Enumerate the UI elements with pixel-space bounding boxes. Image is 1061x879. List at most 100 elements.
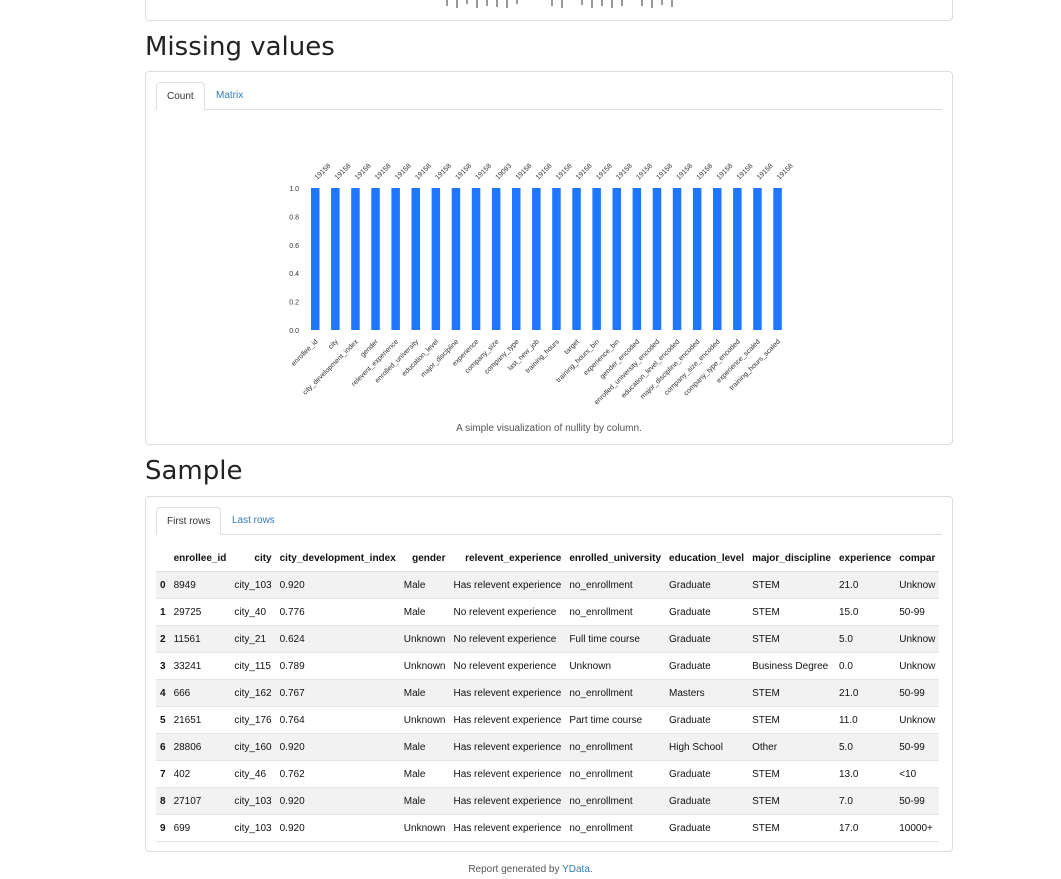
table-cell: Unknow xyxy=(899,660,936,672)
bar-count-label: 19158 xyxy=(595,163,614,182)
bar-count-label: 19158 xyxy=(354,163,373,182)
table-cell: STEM xyxy=(752,822,780,834)
y-tick-label: 0.6 xyxy=(289,243,299,250)
column-header: city xyxy=(230,545,276,572)
table-cell: Male xyxy=(403,795,426,807)
nullity-bar xyxy=(552,188,561,330)
table-cell: city_21 xyxy=(234,633,267,645)
table-cell: STEM xyxy=(752,606,780,618)
table-cell: 0.789 xyxy=(279,660,305,672)
bar-count-label: 19158 xyxy=(615,163,634,182)
table-cell: 402 xyxy=(173,768,191,780)
table-cell: Other xyxy=(752,741,778,753)
table-cell: Graduate xyxy=(669,768,711,780)
table-cell: STEM xyxy=(752,768,780,780)
bar-count-label: 19158 xyxy=(475,163,494,182)
nullity-bar xyxy=(773,188,782,330)
ydata-link[interactable]: YData xyxy=(562,864,590,875)
missing-values-heading: Missing values xyxy=(145,32,335,62)
table-cell: city_160 xyxy=(234,741,272,753)
table-cell: no_enrollment xyxy=(569,579,633,591)
tab-matrix[interactable]: Matrix xyxy=(206,82,253,109)
bar-count-label: 19158 xyxy=(696,163,715,182)
table-cell: No relevent experience xyxy=(453,633,557,645)
nullity-bar xyxy=(471,188,481,330)
tab-last-rows[interactable]: Last rows xyxy=(222,507,285,534)
nullity-bar xyxy=(351,188,360,330)
table-cell: no_enrollment xyxy=(569,795,633,807)
table-cell: Male xyxy=(403,606,426,618)
table-cell: 5.0 xyxy=(838,633,853,645)
bar-count-label: 19158 xyxy=(635,163,654,182)
table-cell: <10 xyxy=(899,768,917,780)
table-cell: city_115 xyxy=(234,660,271,672)
table-cell: Business Degree xyxy=(752,660,829,672)
table-cell: 33241 xyxy=(173,660,202,672)
table-cell: 0.764 xyxy=(279,714,305,726)
table-cell: Graduate xyxy=(669,606,711,618)
table-cell: city_162 xyxy=(234,687,272,699)
table-cell: 17.0 xyxy=(838,822,859,834)
nullity-bar xyxy=(672,188,682,330)
y-tick-label: 0.8 xyxy=(289,214,299,221)
table-cell: no_enrollment xyxy=(569,822,633,834)
bar-count-label: 19158 xyxy=(555,163,574,182)
nullity-bar xyxy=(632,188,642,330)
table-cell: Graduate xyxy=(669,795,711,807)
column-header xyxy=(156,545,170,572)
column-header: education_level xyxy=(665,545,749,572)
bar-count-label: 19158 xyxy=(515,163,534,182)
table-cell: city_103 xyxy=(234,822,272,834)
sample-table-wrapper[interactable]: enrollee_id city city_development_index gen… xyxy=(156,545,943,842)
tab-count[interactable]: Count xyxy=(156,82,205,110)
bar-count-label: 19158 xyxy=(655,163,674,182)
table-cell: Has relevent experience xyxy=(453,579,562,591)
table-cell: Graduate xyxy=(669,579,711,591)
previous-section-panel xyxy=(145,0,953,21)
table-row: 9 699 city_103 0.920 Unknown Has relevent exp… xyxy=(156,815,940,842)
nullity-bar xyxy=(331,188,340,330)
table-row: 2 11561 city_21 0.624 Unknown No relevent exp… xyxy=(156,625,940,653)
table-row: 5 21651 city_176 0.764 Unknown Has relevent e… xyxy=(156,707,940,734)
table-row: 4 666 city_162 0.767 Male Has relevent experi… xyxy=(156,679,940,707)
nullity-bar-chart: 0.0 0.2 0.4 0.6 0.8 1.0 19158 enrollee_id 19158 c… xyxy=(289,163,795,407)
bar-count-label: 19158 xyxy=(676,163,695,182)
table-cell: STEM xyxy=(752,687,780,699)
table-cell: 50-99 xyxy=(899,795,925,807)
nullity-bar xyxy=(592,188,601,330)
table-cell: 7.0 xyxy=(838,795,853,807)
nullity-bar xyxy=(512,188,521,330)
row-index: 8 xyxy=(160,795,166,807)
y-tick-label: 0.4 xyxy=(289,271,299,278)
table-cell: Unknown xyxy=(569,660,612,672)
table-cell: Male xyxy=(403,741,426,753)
table-cell: 0.920 xyxy=(279,741,305,753)
footer-text: Report generated by xyxy=(468,864,563,875)
table-cell: STEM xyxy=(752,714,780,726)
table-cell: High School xyxy=(669,741,723,753)
table-cell: 0.624 xyxy=(279,633,305,645)
tab-first-rows[interactable]: First rows xyxy=(156,507,222,535)
table-cell: 0.0 xyxy=(838,660,853,672)
table-cell: 11.0 xyxy=(838,714,858,726)
bar-count-label: 19158 xyxy=(314,163,333,182)
table-cell: Unknow xyxy=(899,579,936,591)
x-tick-label: city xyxy=(327,338,340,351)
table-cell: 0.920 xyxy=(279,795,305,807)
table-cell: Graduate xyxy=(669,660,711,672)
row-index: 9 xyxy=(160,822,166,834)
footer-suffix: . xyxy=(589,864,593,875)
table-cell: Part time course xyxy=(569,714,643,726)
x-tick-label: experience_bin xyxy=(583,338,622,377)
table-cell: 21.0 xyxy=(838,579,859,591)
bar-count-label: 19158 xyxy=(414,163,433,182)
bar-count-label: 19158 xyxy=(434,163,453,182)
nullity-bar xyxy=(411,188,420,330)
table-cell: 29725 xyxy=(173,606,202,618)
nullity-bar xyxy=(753,188,762,330)
table-cell: no_enrollment xyxy=(569,687,633,699)
table-cell: 27107 xyxy=(173,795,202,807)
table-cell: STEM xyxy=(752,633,780,645)
table-cell: Unknown xyxy=(403,822,446,834)
table-cell: Has relevent experience xyxy=(453,741,562,753)
